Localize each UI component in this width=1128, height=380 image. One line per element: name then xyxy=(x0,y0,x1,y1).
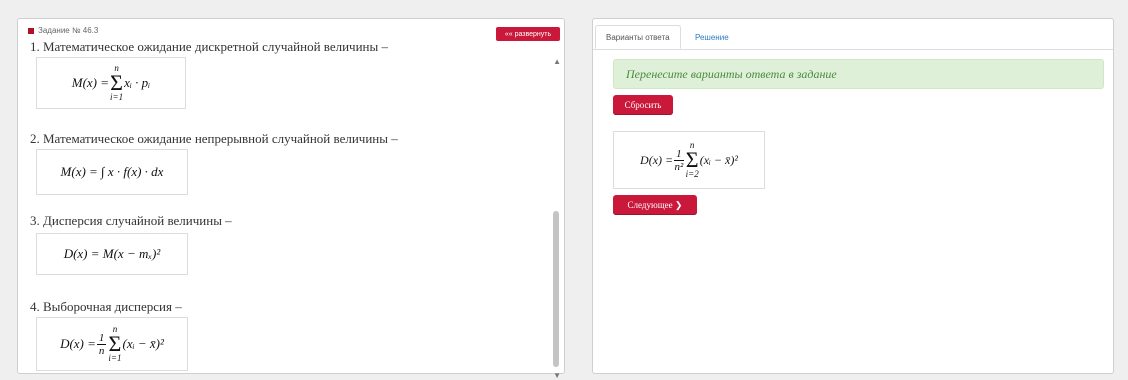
sum-lower: i=1 xyxy=(110,92,124,102)
fraction-denominator: n² xyxy=(674,160,684,173)
formula-expected-discrete: M(x) = n Σ i=1 xᵢ · pᵢ xyxy=(36,57,186,109)
sum-lower: i=1 xyxy=(108,353,122,363)
sum-sign: n Σ i=1 xyxy=(108,324,122,363)
formula-body: (xᵢ − x̄)² xyxy=(122,336,164,351)
reset-button[interactable]: Сбросить xyxy=(613,95,673,115)
fraction: 1 n² xyxy=(674,148,684,173)
sum-lower: i=2 xyxy=(685,169,699,179)
fraction-denominator: n xyxy=(98,344,105,357)
answer-option-card[interactable]: D(x) = 1 n² n Σ i=2 (xᵢ − x̄)² xyxy=(613,131,765,189)
item-text-2: 2. Математическое ожидание непрерывной с… xyxy=(30,131,398,146)
formula-body: (xᵢ − x̄)² xyxy=(699,152,738,167)
formula-sample-variance: D(x) = 1 n n Σ i=1 (xᵢ − x̄)² xyxy=(36,317,188,371)
fraction-numerator: 1 xyxy=(96,331,107,345)
formula-lhs: D(x) = xyxy=(60,336,96,351)
task-label: Задание № 46.3 xyxy=(38,26,99,35)
formula-expected-continuous: M(x) = ∫ x · f(x) · dx xyxy=(36,149,188,195)
sum-sign: n Σ i=2 xyxy=(685,140,699,179)
tab-bar: Варианты ответа Решение xyxy=(593,19,1113,50)
answer-panel: Варианты ответа Решение Перенесите вариа… xyxy=(592,18,1114,374)
fraction: 1 n xyxy=(96,331,107,357)
scroll-down-icon[interactable]: ▼ xyxy=(553,371,561,380)
item-text-4: 4. Выборочная дисперсия – xyxy=(30,299,182,314)
task-panel: Задание № 46.3 «« развернуть 1. Математи… xyxy=(17,18,565,380)
instruction-banner: Перенесите варианты ответа в задание xyxy=(613,59,1104,89)
tab-solution[interactable]: Решение xyxy=(685,25,739,49)
formula-lhs: D(x) = xyxy=(640,152,674,167)
formula-variance: D(x) = M(x − mₓ)² xyxy=(36,233,188,275)
scrollbar-thumb[interactable] xyxy=(553,211,559,367)
fraction-numerator: 1 xyxy=(674,147,684,161)
scroll-up-icon[interactable]: ▲ xyxy=(553,57,561,66)
formula-lhs: M(x) = xyxy=(71,75,110,90)
task-content: 1. Математическое ожидание дискретной сл… xyxy=(30,37,550,373)
item-text-1: 1. Математическое ожидание дискретной сл… xyxy=(30,39,388,54)
formula-body: xᵢ · pᵢ xyxy=(124,75,151,90)
sum-sign: n Σ i=1 xyxy=(110,63,124,102)
item-text-3: 3. Дисперсия случайной величины – xyxy=(30,213,232,228)
task-header: Задание № 46.3 xyxy=(28,26,98,35)
task-marker-icon xyxy=(28,27,34,34)
tab-answer-options[interactable]: Варианты ответа xyxy=(595,25,681,49)
next-button[interactable]: Следующее ❯ xyxy=(613,195,697,215)
